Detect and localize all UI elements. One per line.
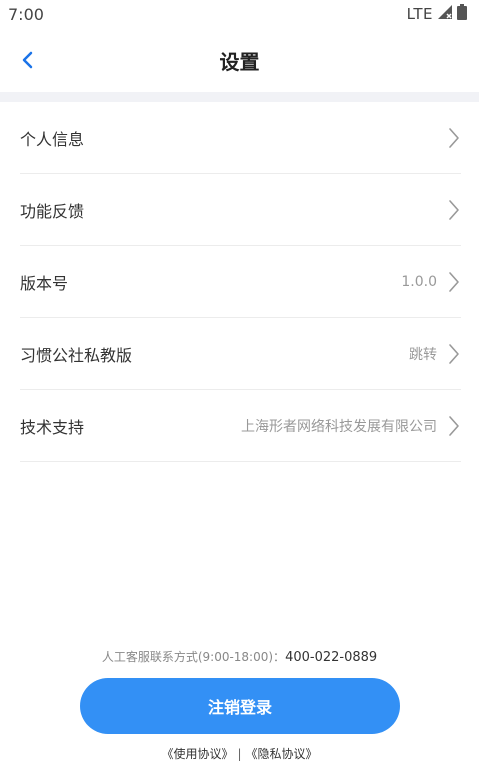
agreement-separator: |: [237, 747, 242, 761]
page-title: 设置: [219, 49, 260, 74]
row-right: [437, 127, 461, 149]
row-right: 1.0.0: [401, 271, 461, 293]
chevron-right-icon: [447, 415, 461, 437]
settings-row-version[interactable]: 版本号 1.0.0: [20, 246, 461, 318]
back-button[interactable]: [14, 46, 42, 74]
chevron-right-icon: [447, 199, 461, 221]
contact-label: 人工客服联系方式(9:00-18:00)：: [101, 650, 286, 664]
company-value: 上海形者网络科技发展有限公司: [241, 418, 437, 435]
row-label: 个人信息: [20, 129, 85, 149]
status-time: 7:00: [8, 4, 44, 24]
row-label: 功能反馈: [20, 201, 85, 221]
settings-list: 个人信息 功能反馈 版本号 1.0.0 习惯公社私教版 跳转 技术支持 上海形者…: [20, 102, 461, 462]
row-right: [437, 199, 461, 221]
contact-phone[interactable]: 400-022-0889: [285, 650, 377, 665]
chevron-right-icon: [447, 343, 461, 365]
row-label: 版本号: [20, 273, 69, 293]
agreements: 《使用协议》 | 《隐私协议》: [0, 745, 479, 762]
jump-value: 跳转: [409, 346, 437, 363]
network-type: LTE: [406, 5, 433, 23]
header: 设置: [0, 28, 479, 92]
status-bar: 7:00 LTE: [0, 0, 479, 28]
settings-row-feedback[interactable]: 功能反馈: [20, 174, 461, 246]
chevron-right-icon: [447, 271, 461, 293]
settings-row-coach-edition[interactable]: 习惯公社私教版 跳转: [20, 318, 461, 390]
row-right: 跳转: [409, 343, 461, 365]
back-arrow-icon: [22, 51, 33, 69]
settings-row-profile[interactable]: 个人信息: [20, 102, 461, 174]
row-right: 上海形者网络科技发展有限公司: [241, 415, 461, 437]
signal-icon: [437, 4, 453, 24]
status-indicators: LTE: [407, 4, 467, 24]
settings-row-tech-support[interactable]: 技术支持 上海形者网络科技发展有限公司: [20, 390, 461, 462]
version-value: 1.0.0: [401, 273, 437, 290]
battery-icon: [457, 4, 467, 24]
logout-button[interactable]: 注销登录: [80, 678, 400, 734]
customer-service-contact: 人工客服联系方式(9:00-18:00)：400-022-0889: [0, 648, 479, 665]
row-label: 技术支持: [20, 417, 85, 437]
chevron-right-icon: [447, 127, 461, 149]
terms-link[interactable]: 《使用协议》: [161, 747, 233, 761]
row-label: 习惯公社私教版: [20, 345, 133, 365]
privacy-link[interactable]: 《隐私协议》: [246, 747, 318, 761]
section-divider: [0, 92, 479, 102]
